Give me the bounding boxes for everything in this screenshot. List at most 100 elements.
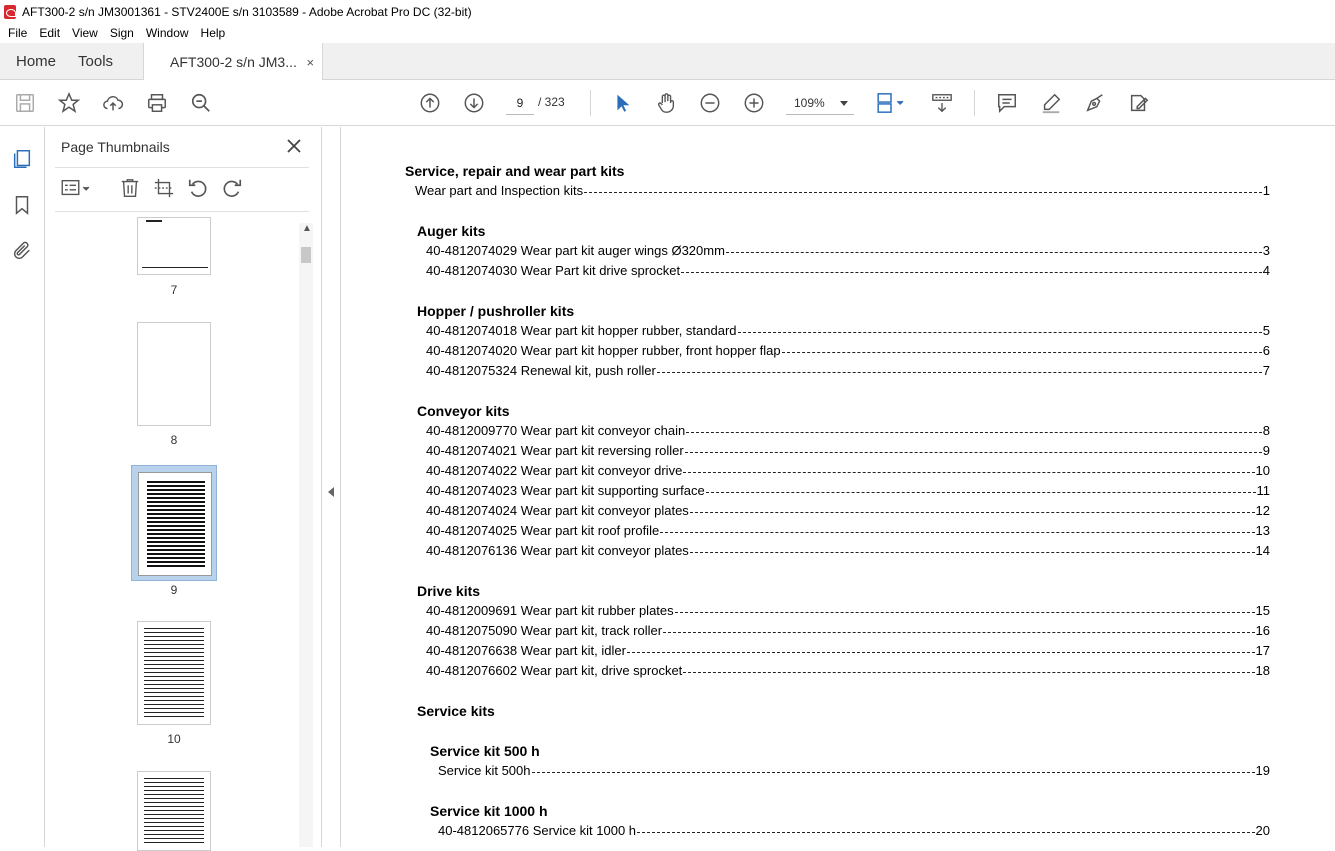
toc-entry-label: 40-4812074029 Wear part kit auger wings … [426, 243, 725, 258]
highlight-pen-icon[interactable] [1039, 91, 1063, 115]
toc-entry[interactable]: 40-4812074022 Wear part kit conveyor dri… [426, 463, 1270, 481]
toc-entry[interactable]: 40-4812074030 Wear Part kit drive sprock… [426, 263, 1270, 281]
panel-divider [55, 167, 309, 168]
toc-entry[interactable]: Service kit 500h 19 [438, 763, 1270, 781]
toc-entry[interactable]: 40-4812074020 Wear part kit hopper rubbe… [426, 343, 1270, 361]
toc-entry[interactable]: 40-4812075324 Renewal kit, push roller 7 [426, 363, 1270, 381]
page-thumbnail-8[interactable] [137, 322, 211, 426]
zoom-select[interactable]: 109% [786, 91, 854, 115]
toc-entry[interactable]: 40-4812074024 Wear part kit conveyor pla… [426, 503, 1270, 521]
menu-help[interactable]: Help [195, 26, 232, 40]
close-panel-icon[interactable] [285, 137, 303, 155]
thumb-line [146, 220, 162, 222]
toc-section-heading: Service kits [417, 703, 495, 719]
thumb-text [147, 481, 205, 567]
page-thumbnails-icon[interactable] [11, 148, 35, 172]
menu-window[interactable]: Window [140, 26, 195, 40]
toc-entry[interactable]: 40-4812074018 Wear part kit hopper rubbe… [426, 323, 1270, 341]
toc-entry[interactable]: 40-4812009770 Wear part kit conveyor cha… [426, 423, 1270, 441]
menu-edit[interactable]: Edit [33, 26, 66, 40]
rotate-left-icon[interactable] [187, 177, 211, 201]
tab-home[interactable]: Home [0, 43, 72, 79]
page-thumbnail-7[interactable] [137, 217, 211, 275]
thumbnail-options-icon[interactable] [59, 177, 93, 201]
attachments-icon[interactable] [11, 240, 35, 264]
toc-entry[interactable]: Wear part and Inspection kits 1 [415, 183, 1270, 201]
previous-page-icon[interactable] [418, 91, 442, 115]
close-tab-icon[interactable]: × [306, 55, 314, 70]
toc-entry[interactable]: 40-4812076602 Wear part kit, drive sproc… [426, 663, 1270, 681]
toc-page-number: 9 [1262, 443, 1270, 458]
toc-entry[interactable]: 40-4812076136 Wear part kit conveyor pla… [426, 543, 1270, 561]
toc-entry[interactable]: 40-4812074021 Wear part kit reversing ro… [426, 443, 1270, 461]
tab-bar: Home Tools AFT300-2 s/n JM3... × [0, 43, 1335, 81]
scrollbar-thumb[interactable] [301, 247, 311, 263]
toc-page-number: 5 [1262, 323, 1270, 338]
toc-entry[interactable]: 40-4812074023 Wear part kit supporting s… [426, 483, 1270, 501]
selected-thumbnail-highlight[interactable] [131, 465, 217, 581]
toc-entry[interactable]: 40-4812076638 Wear part kit, idler 17 [426, 643, 1270, 661]
page-display-icon[interactable] [874, 91, 908, 115]
hand-tool-icon[interactable] [654, 91, 678, 115]
dot-leader [737, 332, 1262, 333]
toc-section-heading: Service kit 500 h [430, 743, 540, 759]
toc-page-number: 10 [1255, 463, 1270, 478]
toc-page-number: 14 [1255, 543, 1270, 558]
toc-entry[interactable]: 40-4812009691 Wear part kit rubber plate… [426, 603, 1270, 621]
toc-entry-label: 40-4812065776 Service kit 1000 h [438, 823, 637, 838]
thumb-line [142, 267, 208, 268]
toc-page-number: 12 [1255, 503, 1270, 518]
toc-entry[interactable]: 40-4812074029 Wear part kit auger wings … [426, 243, 1270, 261]
menu-file[interactable]: File [2, 26, 33, 40]
select-cursor-icon[interactable] [610, 91, 634, 115]
menu-sign[interactable]: Sign [104, 26, 140, 40]
dot-leader [686, 432, 1262, 433]
toolbar-divider [590, 90, 591, 116]
panel-splitter[interactable] [321, 127, 341, 847]
toc-entry[interactable]: 40-4812075090 Wear part kit, track rolle… [426, 623, 1270, 641]
toc-page-number: 11 [1256, 483, 1271, 498]
delete-page-icon[interactable] [119, 177, 143, 201]
page-number-input[interactable]: 9 [506, 91, 534, 115]
tab-document[interactable]: AFT300-2 s/n JM3... × [143, 43, 324, 81]
acrobat-icon [4, 4, 16, 19]
scroll-up-icon[interactable]: ▲ [302, 223, 312, 234]
thumbnail-scrollbar[interactable]: ▲ [299, 223, 313, 847]
print-icon[interactable] [145, 91, 169, 115]
toc-section-heading: Service kit 1000 h [430, 803, 548, 819]
upload-cloud-icon[interactable] [101, 91, 125, 115]
toc-page-number: 19 [1255, 763, 1270, 778]
zoom-out-icon[interactable] [698, 91, 722, 115]
panel-title: Page Thumbnails [61, 139, 170, 155]
dot-leader [531, 772, 1255, 773]
toc-entry-label: 40-4812074023 Wear part kit supporting s… [426, 483, 705, 498]
comment-icon[interactable] [995, 91, 1019, 115]
page-thumbnail-10[interactable] [137, 621, 211, 725]
rotate-right-icon[interactable] [221, 177, 245, 201]
menu-view[interactable]: View [66, 26, 104, 40]
toc-page-number: 15 [1255, 603, 1270, 618]
next-page-icon[interactable] [462, 91, 486, 115]
scrolling-mode-icon[interactable] [930, 91, 954, 115]
bookmarks-icon[interactable] [11, 194, 35, 218]
save-icon[interactable] [13, 91, 37, 115]
fill-sign-icon[interactable] [1127, 91, 1151, 115]
page-thumbnail-11[interactable] [137, 771, 211, 851]
toc-entry[interactable]: 40-4812074025 Wear part kit roof profile… [426, 523, 1270, 541]
tab-tools[interactable]: Tools [72, 43, 129, 79]
chevron-down-icon [840, 101, 848, 106]
toc-entry-label: 40-4812009770 Wear part kit conveyor cha… [426, 423, 686, 438]
search-icon[interactable] [189, 91, 213, 115]
crop-pages-icon[interactable] [153, 177, 177, 201]
page-thumbnail-9[interactable] [138, 472, 212, 576]
thumbnail-label: 9 [170, 583, 178, 597]
document-view[interactable]: Service, repair and wear part kits Wear … [342, 127, 1335, 847]
toc-entry[interactable]: 40-4812065776 Service kit 1000 h 20 [438, 823, 1270, 841]
toc-page-number: 20 [1255, 823, 1270, 838]
toc-title: Service, repair and wear part kits [405, 163, 625, 179]
collapse-panel-icon[interactable] [328, 487, 334, 497]
navigation-rail [0, 127, 45, 847]
zoom-in-icon[interactable] [742, 91, 766, 115]
bookmark-star-icon[interactable] [57, 91, 81, 115]
draw-pen-icon[interactable] [1083, 91, 1107, 115]
